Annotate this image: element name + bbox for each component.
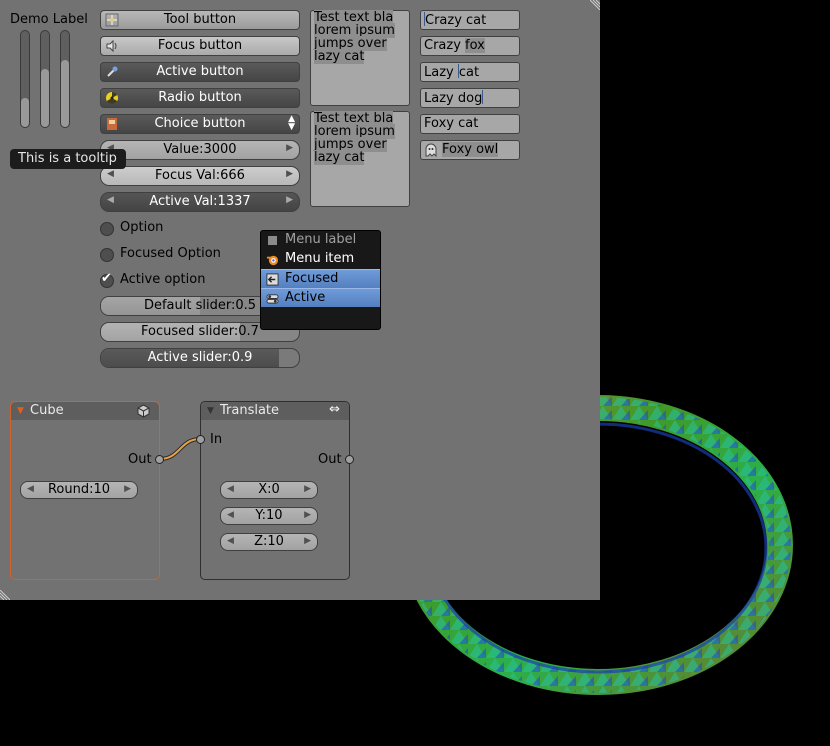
edit-foxy-cat[interactable]: Foxy cat	[420, 114, 520, 134]
arrow-right-icon[interactable]: ▶	[286, 143, 293, 153]
arrow-right-icon[interactable]: ▶	[124, 484, 131, 494]
edit-lazy-cat[interactable]: Lazy cat	[420, 62, 520, 82]
menu-label: Menu label	[261, 231, 380, 250]
text-caret	[482, 90, 484, 104]
menu-item-active[interactable]: Active	[261, 288, 380, 307]
y-field[interactable]: ◀ Y:10 ▶	[220, 507, 318, 525]
node-header[interactable]: ▼ Cube	[11, 402, 159, 420]
edit-foxy-owl[interactable]: Foxy owl	[420, 140, 520, 160]
blender-logo-icon	[266, 255, 279, 266]
choice-button[interactable]: Choice button ▲ ▼	[100, 114, 300, 134]
checkmark-icon: ✔	[101, 271, 112, 286]
ghost-icon	[425, 143, 437, 157]
port-label-in: In	[210, 432, 223, 447]
vertical-slider-fill	[41, 69, 49, 127]
z-field[interactable]: ◀ Z:10 ▶	[220, 533, 318, 551]
checkbox-box	[100, 222, 114, 236]
textbox-2[interactable]: Test text bla lorem ipsum jumps over laz…	[310, 111, 410, 207]
vertical-slider-2[interactable]	[40, 30, 50, 128]
collapse-triangle-icon[interactable]: ▼	[17, 406, 24, 416]
demo-label: Demo Label	[10, 12, 88, 27]
textbox-line: lazy cat	[314, 49, 365, 64]
node-cube[interactable]: ▼ Cube Out ◀ Round:10 ▶	[10, 401, 164, 580]
popup-menu: Menu label Menu item Focused Active	[260, 230, 381, 330]
demo-panel: Demo Label Tool button Focus button Acti…	[0, 0, 600, 600]
x-field[interactable]: ◀ X:0 ▶	[220, 481, 318, 499]
node-header[interactable]: ▼ Translate ⇔	[201, 402, 349, 420]
checkbox-box	[100, 248, 114, 262]
updown-arrows-icon: ▲ ▼	[288, 114, 295, 132]
tooltip: This is a tooltip	[10, 149, 126, 169]
menu-item-focused[interactable]: Focused	[261, 269, 380, 288]
round-field[interactable]: ◀ Round:10 ▶	[20, 481, 138, 499]
cube-icon	[137, 404, 150, 418]
arrow-right-icon[interactable]: ▶	[286, 169, 293, 179]
focus-value-field[interactable]: ◀ Focus Val:666 ▶	[100, 166, 300, 186]
import-icon	[266, 273, 279, 286]
node-translate[interactable]: ▼ Translate ⇔ In Out ◀ X:0 ▶ ◀ Y:10 ▶ ◀ …	[196, 401, 354, 580]
edit-lazy-dog[interactable]: Lazy dog	[420, 88, 520, 108]
vertical-slider-1[interactable]	[20, 30, 30, 128]
value-field[interactable]: ◀ Value:3000 ▶	[100, 140, 300, 160]
active-button[interactable]: Active button	[100, 62, 300, 82]
output-socket[interactable]	[155, 455, 164, 464]
edit-crazy-fox[interactable]: Crazy fox	[420, 36, 520, 56]
edit-crazy-cat[interactable]: Crazy cat	[420, 10, 520, 30]
port-label-out: Out	[318, 452, 342, 467]
focus-button[interactable]: Focus button	[100, 36, 300, 56]
arrow-right-icon[interactable]: ▶	[304, 484, 311, 494]
arrow-right-icon[interactable]: ▶	[304, 536, 311, 546]
arrow-right-icon[interactable]: ▶	[304, 510, 311, 520]
resize-grip-icon[interactable]	[590, 0, 600, 10]
arrow-right-icon[interactable]: ▶	[286, 195, 293, 205]
active-value-field[interactable]: ◀ Active Val:1337 ▶	[100, 192, 300, 212]
option-checkbox[interactable]: Option	[100, 220, 180, 238]
toggle-switch-icon	[266, 294, 279, 304]
textbox-line: lazy cat	[314, 150, 365, 165]
textbox-1[interactable]: Test text bla lorem ipsum jumps over laz…	[310, 10, 410, 106]
menu-item[interactable]: Menu item	[261, 250, 380, 269]
active-slider[interactable]: Active slider:0.9	[100, 348, 300, 368]
vertical-slider-3[interactable]	[60, 30, 70, 128]
double-arrow-icon: ⇔	[329, 402, 340, 417]
active-option-checkbox[interactable]: ✔ Active option	[100, 271, 220, 290]
port-label-out: Out	[128, 452, 152, 467]
vertical-slider-fill	[61, 59, 69, 127]
input-socket[interactable]	[196, 435, 205, 444]
collapse-triangle-icon[interactable]: ▼	[207, 406, 214, 416]
radio-button[interactable]: Radio button	[100, 88, 300, 108]
vertical-slider-fill	[21, 98, 29, 127]
resize-grip-icon[interactable]	[0, 590, 10, 600]
square-icon	[268, 236, 277, 245]
focused-option-checkbox[interactable]: Focused Option	[100, 246, 230, 264]
tool-button[interactable]: Tool button	[100, 10, 300, 30]
output-socket[interactable]	[345, 455, 354, 464]
